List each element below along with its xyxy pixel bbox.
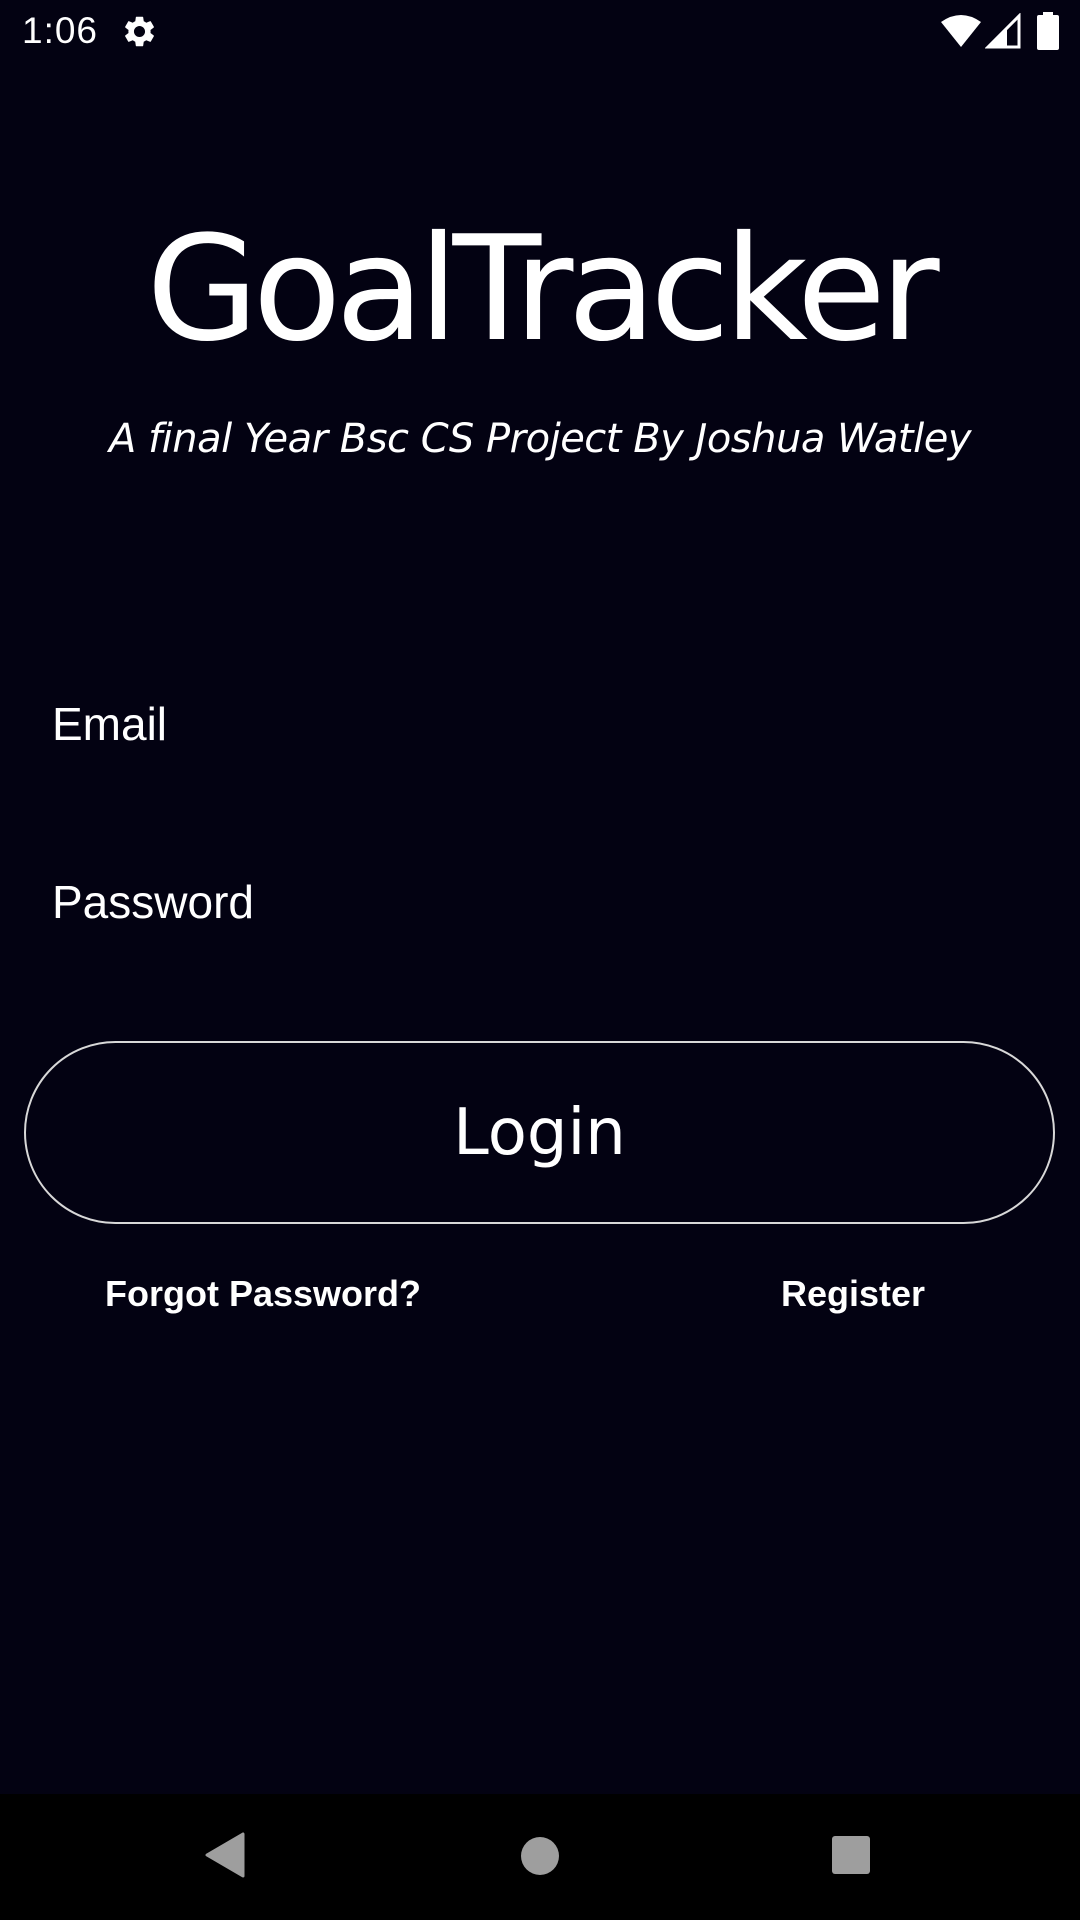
email-field[interactable] <box>52 684 1042 764</box>
login-button[interactable]: Login <box>24 1041 1055 1224</box>
battery-icon <box>1037 12 1059 50</box>
home-icon[interactable] <box>520 1836 560 1876</box>
app-title: GoalTracker <box>146 205 939 374</box>
recents-icon[interactable] <box>831 1835 871 1875</box>
register-link[interactable]: Register <box>781 1268 925 1320</box>
gear-icon <box>125 16 154 47</box>
status-bar: 1:06 <box>0 0 1080 62</box>
cell-signal-icon <box>985 13 1021 49</box>
password-field[interactable] <box>52 862 1042 942</box>
status-time: 1:06 <box>22 10 99 51</box>
wifi-icon <box>941 15 981 47</box>
forgot-password-link[interactable]: Forgot Password? <box>105 1268 421 1320</box>
app-subtitle: A final Year Bsc CS Project By Joshua Wa… <box>108 416 972 462</box>
back-icon[interactable] <box>205 1832 245 1878</box>
navigation-bar <box>0 1794 1080 1920</box>
